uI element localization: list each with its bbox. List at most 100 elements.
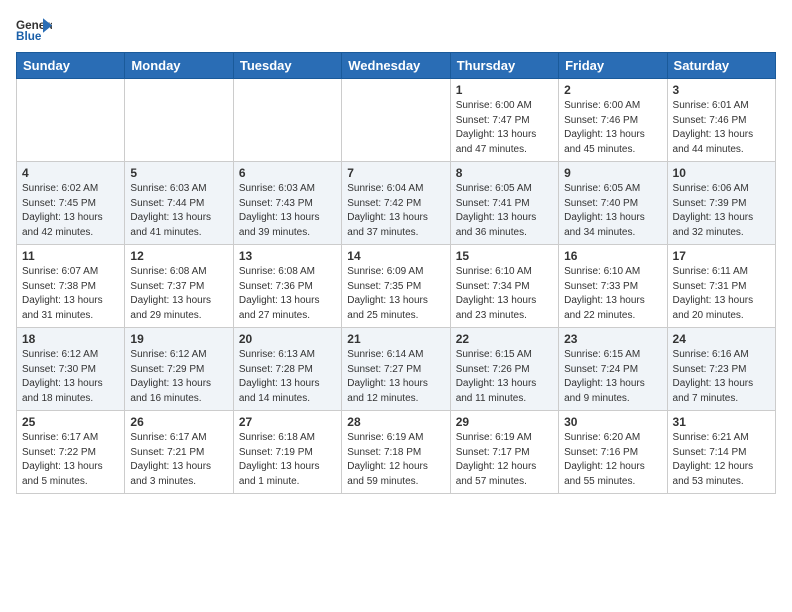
logo-icon: General Blue (16, 16, 52, 44)
day-header-saturday: Saturday (667, 53, 775, 79)
day-number: 9 (564, 166, 661, 180)
calendar-cell: 22 Sunrise: 6:15 AMSunset: 7:26 PMDayligh… (450, 328, 558, 411)
day-number: 13 (239, 249, 336, 263)
day-number: 2 (564, 83, 661, 97)
day-info: Sunrise: 6:15 AMSunset: 7:26 PMDaylight:… (456, 348, 553, 406)
day-number: 27 (239, 415, 336, 429)
logo: General Blue (16, 16, 52, 44)
day-number: 1 (456, 83, 553, 97)
calendar-cell: 25 Sunrise: 6:17 AMSunset: 7:22 PMDayligh… (17, 411, 125, 494)
calendar-cell: 29 Sunrise: 6:19 AMSunset: 7:17 PMDayligh… (450, 411, 558, 494)
day-number: 19 (130, 332, 227, 346)
day-info: Sunrise: 6:18 AMSunset: 7:19 PMDaylight:… (239, 431, 336, 489)
day-info: Sunrise: 6:15 AMSunset: 7:24 PMDaylight:… (564, 348, 661, 406)
calendar-cell: 17 Sunrise: 6:11 AMSunset: 7:31 PMDayligh… (667, 245, 775, 328)
day-info: Sunrise: 6:06 AMSunset: 7:39 PMDaylight:… (673, 182, 770, 240)
day-info: Sunrise: 6:19 AMSunset: 7:18 PMDaylight:… (347, 431, 444, 489)
day-number: 11 (22, 249, 119, 263)
day-number: 16 (564, 249, 661, 263)
calendar-cell: 16 Sunrise: 6:10 AMSunset: 7:33 PMDayligh… (559, 245, 667, 328)
day-header-friday: Friday (559, 53, 667, 79)
day-number: 18 (22, 332, 119, 346)
calendar-cell: 21Sunrise: 6:14 AMSunset: 7:27 PMDayligh… (342, 328, 450, 411)
day-info: Sunrise: 6:08 AMSunset: 7:36 PMDaylight:… (239, 265, 336, 323)
day-info: Sunrise: 6:21 AMSunset: 7:14 PMDaylight:… (673, 431, 770, 489)
day-info: Sunrise: 6:04 AMSunset: 7:42 PMDaylight:… (347, 182, 444, 240)
page-header: General Blue (16, 16, 776, 44)
calendar-cell: 9 Sunrise: 6:05 AMSunset: 7:40 PMDaylight… (559, 162, 667, 245)
day-info: Sunrise: 6:09 AMSunset: 7:35 PMDaylight:… (347, 265, 444, 323)
day-number: 25 (22, 415, 119, 429)
day-info: Sunrise: 6:03 AMSunset: 7:43 PMDaylight:… (239, 182, 336, 240)
calendar-cell: 4 Sunrise: 6:02 AMSunset: 7:45 PMDaylight… (17, 162, 125, 245)
calendar-cell (233, 79, 341, 162)
day-number: 15 (456, 249, 553, 263)
day-header-sunday: Sunday (17, 53, 125, 79)
day-info: Sunrise: 6:20 AMSunset: 7:16 PMDaylight:… (564, 431, 661, 489)
calendar-cell (125, 79, 233, 162)
calendar-cell: 8 Sunrise: 6:05 AMSunset: 7:41 PMDaylight… (450, 162, 558, 245)
calendar-cell: 24 Sunrise: 6:16 AMSunset: 7:23 PMDayligh… (667, 328, 775, 411)
day-number: 4 (22, 166, 119, 180)
day-header-monday: Monday (125, 53, 233, 79)
day-number: 29 (456, 415, 553, 429)
calendar-cell: 3Sunrise: 6:01 AMSunset: 7:46 PMDaylight… (667, 79, 775, 162)
day-number: 17 (673, 249, 770, 263)
day-number: 20 (239, 332, 336, 346)
day-info: Sunrise: 6:02 AMSunset: 7:45 PMDaylight:… (22, 182, 119, 240)
day-number: 14 (347, 249, 444, 263)
calendar-cell: 26 Sunrise: 6:17 AMSunset: 7:21 PMDayligh… (125, 411, 233, 494)
day-number: 12 (130, 249, 227, 263)
calendar-cell: 18 Sunrise: 6:12 AMSunset: 7:30 PMDayligh… (17, 328, 125, 411)
calendar-cell: 6 Sunrise: 6:03 AMSunset: 7:43 PMDaylight… (233, 162, 341, 245)
day-header-tuesday: Tuesday (233, 53, 341, 79)
calendar-cell: 11 Sunrise: 6:07 AMSunset: 7:38 PMDayligh… (17, 245, 125, 328)
calendar-cell (342, 79, 450, 162)
calendar-cell: 19 Sunrise: 6:12 AMSunset: 7:29 PMDayligh… (125, 328, 233, 411)
calendar-cell: 7 Sunrise: 6:04 AMSunset: 7:42 PMDaylight… (342, 162, 450, 245)
day-info: Sunrise: 6:17 AMSunset: 7:22 PMDaylight:… (22, 431, 119, 489)
day-info: Sunrise: 6:10 AMSunset: 7:33 PMDaylight:… (564, 265, 661, 323)
day-info: Sunrise: 6:05 AMSunset: 7:40 PMDaylight:… (564, 182, 661, 240)
day-info: Sunrise: 6:11 AMSunset: 7:31 PMDaylight:… (673, 265, 770, 323)
day-number: 28 (347, 415, 444, 429)
day-info: Sunrise: 6:19 AMSunset: 7:17 PMDaylight:… (456, 431, 553, 489)
day-number: 21 (347, 332, 444, 346)
calendar-cell: 12 Sunrise: 6:08 AMSunset: 7:37 PMDayligh… (125, 245, 233, 328)
day-number: 22 (456, 332, 553, 346)
day-header-thursday: Thursday (450, 53, 558, 79)
day-number: 10 (673, 166, 770, 180)
day-info: Sunrise: 6:00 AMSunset: 7:47 PMDaylight:… (456, 99, 553, 157)
calendar-cell: 5Sunrise: 6:03 AMSunset: 7:44 PMDaylight… (125, 162, 233, 245)
day-info: Sunrise: 6:07 AMSunset: 7:38 PMDaylight:… (22, 265, 119, 323)
day-info: Sunrise: 6:08 AMSunset: 7:37 PMDaylight:… (130, 265, 227, 323)
calendar-cell: 2 Sunrise: 6:00 AMSunset: 7:46 PMDaylight… (559, 79, 667, 162)
calendar-cell: 15 Sunrise: 6:10 AMSunset: 7:34 PMDayligh… (450, 245, 558, 328)
day-header-wednesday: Wednesday (342, 53, 450, 79)
day-number: 24 (673, 332, 770, 346)
day-number: 30 (564, 415, 661, 429)
calendar-cell: 13 Sunrise: 6:08 AMSunset: 7:36 PMDayligh… (233, 245, 341, 328)
day-info: Sunrise: 6:17 AMSunset: 7:21 PMDaylight:… (130, 431, 227, 489)
day-number: 26 (130, 415, 227, 429)
calendar-table: SundayMondayTuesdayWednesdayThursdayFrid… (16, 52, 776, 494)
svg-text:Blue: Blue (16, 30, 42, 43)
day-number: 6 (239, 166, 336, 180)
calendar-cell: 27 Sunrise: 6:18 AMSunset: 7:19 PMDayligh… (233, 411, 341, 494)
calendar-cell: 28 Sunrise: 6:19 AMSunset: 7:18 PMDayligh… (342, 411, 450, 494)
day-info: Sunrise: 6:10 AMSunset: 7:34 PMDaylight:… (456, 265, 553, 323)
day-number: 7 (347, 166, 444, 180)
day-info: Sunrise: 6:16 AMSunset: 7:23 PMDaylight:… (673, 348, 770, 406)
calendar-cell: 30 Sunrise: 6:20 AMSunset: 7:16 PMDayligh… (559, 411, 667, 494)
day-info: Sunrise: 6:00 AMSunset: 7:46 PMDaylight:… (564, 99, 661, 157)
day-info: Sunrise: 6:05 AMSunset: 7:41 PMDaylight:… (456, 182, 553, 240)
day-number: 8 (456, 166, 553, 180)
day-info: Sunrise: 6:12 AMSunset: 7:29 PMDaylight:… (130, 348, 227, 406)
calendar-cell: 10 Sunrise: 6:06 AMSunset: 7:39 PMDayligh… (667, 162, 775, 245)
calendar-cell: 1 Sunrise: 6:00 AMSunset: 7:47 PMDaylight… (450, 79, 558, 162)
day-number: 5 (130, 166, 227, 180)
day-info: Sunrise: 6:12 AMSunset: 7:30 PMDaylight:… (22, 348, 119, 406)
calendar-cell (17, 79, 125, 162)
day-info: Sunrise: 6:13 AMSunset: 7:28 PMDaylight:… (239, 348, 336, 406)
day-number: 31 (673, 415, 770, 429)
